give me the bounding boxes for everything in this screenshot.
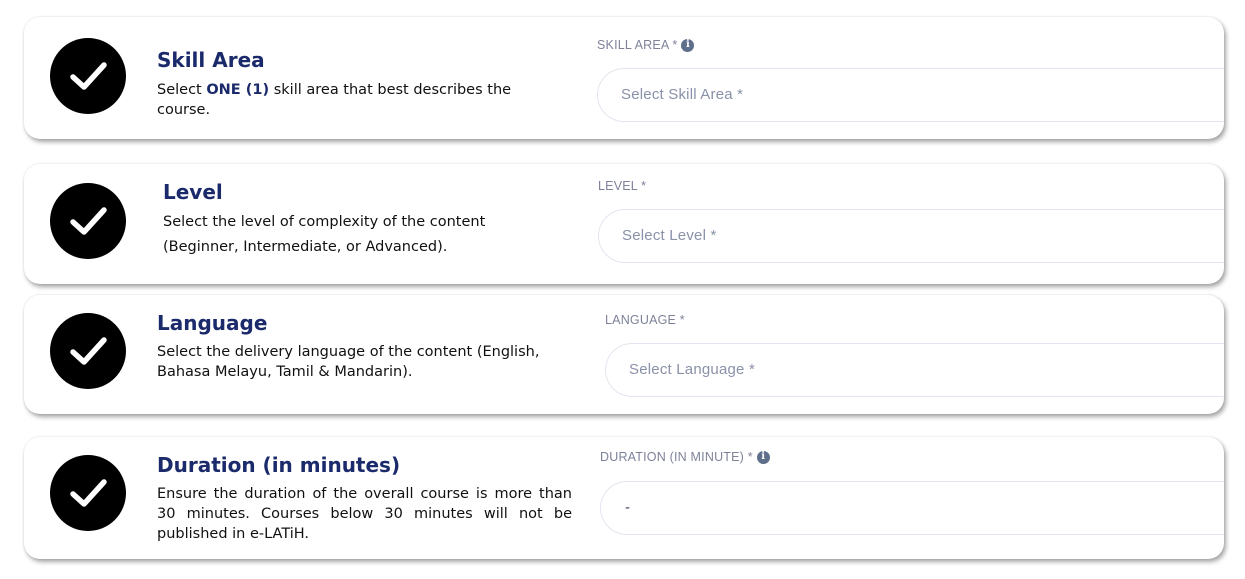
skill-area-placeholder: Select Skill Area * (621, 86, 744, 103)
duration-label: DURATION (IN MINUTE) * i (600, 450, 770, 464)
level-placeholder: Select Level * (622, 227, 717, 244)
language-select[interactable]: Select Language * (605, 343, 1224, 397)
section-description: Select ONE (1) skill area that best desc… (157, 82, 512, 118)
duration-card: Duration (in minutes) Ensure the duratio… (24, 437, 1224, 559)
section-description: Select the delivery language of the cont… (157, 344, 540, 380)
language-card: Language Select the delivery language of… (24, 295, 1224, 414)
info-icon[interactable]: i (681, 38, 695, 52)
section-title: Language (157, 311, 268, 335)
checkmark-icon (50, 313, 126, 389)
section-title: Level (163, 180, 223, 204)
level-select[interactable]: Select Level * (598, 209, 1224, 263)
checkmark-icon (50, 38, 126, 114)
checkmark-icon (50, 455, 126, 531)
info-icon[interactable]: i (756, 450, 770, 464)
section-description: Ensure the duration of the overall cours… (157, 486, 572, 542)
checkmark-icon (50, 183, 126, 259)
skill-area-label: SKILL AREA * i (597, 38, 695, 52)
level-card: Level Select the level of complexity of … (24, 164, 1224, 284)
language-placeholder: Select Language * (629, 361, 756, 378)
skill-area-select[interactable]: Select Skill Area * (597, 68, 1224, 122)
duration-input[interactable]: - (600, 481, 1224, 535)
duration-value: - (625, 499, 631, 516)
section-description: Select the level of complexity of the co… (163, 214, 486, 255)
language-label: LANGUAGE * (605, 313, 685, 327)
section-title: Duration (in minutes) (157, 453, 401, 477)
section-title: Skill Area (157, 48, 265, 72)
level-label: LEVEL * (598, 179, 647, 193)
skill-area-card: Skill Area Select ONE (1) skill area tha… (24, 17, 1224, 139)
